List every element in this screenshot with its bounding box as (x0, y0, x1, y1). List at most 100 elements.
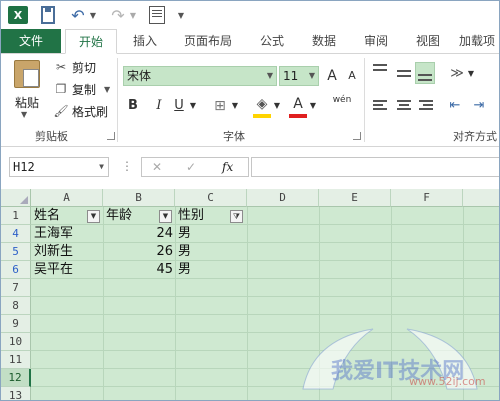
copy-dropdown-icon[interactable]: ▼ (104, 85, 110, 94)
cell-b5[interactable]: 26 (103, 243, 173, 261)
bold-button[interactable]: B (125, 96, 141, 116)
cut-button[interactable]: ✂ 剪切 (53, 58, 96, 76)
tab-insert[interactable]: 插入 (123, 29, 167, 53)
name-box[interactable]: H12 ▼ (9, 157, 109, 177)
border-icon[interactable]: ⊞ (211, 96, 229, 116)
tab-data[interactable]: 数据 (303, 29, 345, 53)
select-all-button[interactable] (1, 189, 31, 207)
filter-dropdown-icon[interactable]: ▼ (87, 210, 100, 223)
cell-c6[interactable]: 男 (178, 261, 191, 279)
cell-c5[interactable]: 男 (178, 243, 191, 261)
cell-b6[interactable]: 45 (103, 261, 173, 279)
paste-button[interactable]: 粘贴 (15, 94, 39, 111)
form-icon[interactable] (149, 6, 165, 24)
italic-button[interactable]: I (151, 96, 167, 116)
grid-line (31, 350, 499, 351)
group-divider (117, 58, 118, 142)
cell-a5[interactable]: 刘新生 (34, 243, 73, 261)
format-painter-label: 格式刷 (72, 104, 109, 119)
clipboard-launcher-icon[interactable] (107, 132, 115, 140)
cell-c4[interactable]: 男 (178, 225, 191, 243)
tab-formulas[interactable]: 公式 (251, 29, 293, 53)
tab-file[interactable]: 文件 (1, 29, 61, 53)
formula-bar-handle-icon[interactable]: ⋮ (121, 159, 133, 173)
formula-input[interactable] (251, 157, 499, 177)
orientation-dropdown-icon[interactable]: ▼ (467, 64, 475, 84)
column-header-g[interactable] (463, 189, 499, 207)
cell-a1[interactable]: 姓名 (34, 207, 60, 225)
phonetic-button[interactable]: wén (329, 94, 355, 114)
paste-dropdown-icon[interactable]: ▼ (21, 110, 27, 119)
group-divider (364, 58, 365, 142)
column-header-e[interactable]: E (319, 189, 391, 207)
cell-a6[interactable]: 吴平在 (34, 261, 73, 279)
font-name-select[interactable]: 宋体 ▼ (123, 66, 277, 86)
align-line (418, 79, 432, 81)
column-header-d[interactable]: D (247, 189, 319, 207)
row-header-12[interactable]: 12 (1, 369, 31, 387)
font-launcher-icon[interactable] (353, 132, 361, 140)
cell-a4[interactable]: 王海军 (34, 225, 73, 243)
customize-toolbar-icon[interactable]: ▼ (177, 6, 185, 24)
undo-dropdown-icon[interactable]: ▼ (89, 6, 97, 24)
tab-addins[interactable]: 加载项 (459, 29, 499, 53)
cell-c1[interactable]: 性别 (178, 207, 204, 225)
row-header-10[interactable]: 10 (1, 333, 31, 351)
cut-label: 剪切 (72, 60, 97, 75)
column-header-a[interactable]: A (31, 189, 103, 207)
enter-icon[interactable]: ✓ (186, 158, 196, 176)
row-header-8[interactable]: 8 (1, 297, 31, 315)
cell-b4[interactable]: 24 (103, 225, 173, 243)
redo-dropdown-icon[interactable]: ▼ (129, 6, 137, 24)
font-size-select[interactable]: 11 ▼ (279, 66, 319, 86)
clipboard-group-label: 剪贴板 (35, 130, 68, 143)
insert-function-icon[interactable]: fx (222, 158, 233, 176)
decrease-indent-icon[interactable]: ⇤ (445, 96, 465, 116)
align-line (399, 104, 409, 106)
font-color-dropdown-icon[interactable]: ▼ (309, 96, 317, 116)
row-header-7[interactable]: 7 (1, 279, 31, 297)
grid-line (247, 207, 248, 400)
tab-review[interactable]: 审阅 (355, 29, 397, 53)
copy-button[interactable]: ❐ 复制 ▼ (53, 80, 111, 98)
column-header-c[interactable]: C (175, 189, 247, 207)
border-dropdown-icon[interactable]: ▼ (231, 96, 239, 116)
alignment-group-label: 对齐方式 (453, 130, 497, 143)
row-header-5[interactable]: 5 (1, 243, 31, 261)
format-painter-button[interactable]: 🖌 格式刷 (53, 102, 108, 120)
fill-color-icon[interactable]: ◈ (253, 94, 271, 118)
font-size-value: 11 (283, 69, 299, 83)
align-line (397, 108, 411, 110)
tab-view[interactable]: 视图 (407, 29, 449, 53)
font-color-icon[interactable]: A (289, 94, 307, 118)
cancel-icon[interactable]: ✕ (152, 158, 162, 176)
tab-page-layout[interactable]: 页面布局 (177, 29, 239, 53)
underline-button[interactable]: U (171, 96, 187, 116)
row-header-1[interactable]: 1 (1, 207, 31, 225)
grid-line (31, 260, 499, 261)
column-header-b[interactable]: B (103, 189, 175, 207)
row-header-6[interactable]: 6 (1, 261, 31, 279)
cell-b1[interactable]: 年龄 (106, 207, 132, 225)
underline-dropdown-icon[interactable]: ▼ (189, 96, 197, 116)
increase-indent-icon[interactable]: ⇥ (469, 96, 489, 116)
paste-icon[interactable] (14, 60, 40, 88)
filter-dropdown-icon[interactable]: ▼ (159, 210, 172, 223)
column-header-f[interactable]: F (391, 189, 463, 207)
formula-bar: H12 ▼ ⋮ ✕ ✓ fx (1, 147, 499, 187)
row-header-9[interactable]: 9 (1, 315, 31, 333)
row-header-11[interactable]: 11 (1, 351, 31, 369)
decrease-font-button[interactable]: A (343, 66, 361, 86)
tab-home[interactable]: 开始 (65, 29, 117, 54)
save-icon[interactable] (41, 6, 55, 24)
orientation-icon[interactable]: ≫ (447, 64, 467, 84)
brush-icon: 🖌 (53, 104, 69, 118)
bottom-align-icon[interactable] (415, 62, 435, 84)
increase-font-button[interactable]: A (323, 66, 341, 86)
fill-color-dropdown-icon[interactable]: ▼ (273, 96, 281, 116)
undo-icon[interactable]: ↶ (69, 6, 87, 25)
row-header-13[interactable]: 13 (1, 387, 31, 400)
redo-icon[interactable]: ↷ (109, 6, 127, 25)
row-header-4[interactable]: 4 (1, 225, 31, 243)
active-filter-icon[interactable]: ⧩ (230, 210, 243, 223)
